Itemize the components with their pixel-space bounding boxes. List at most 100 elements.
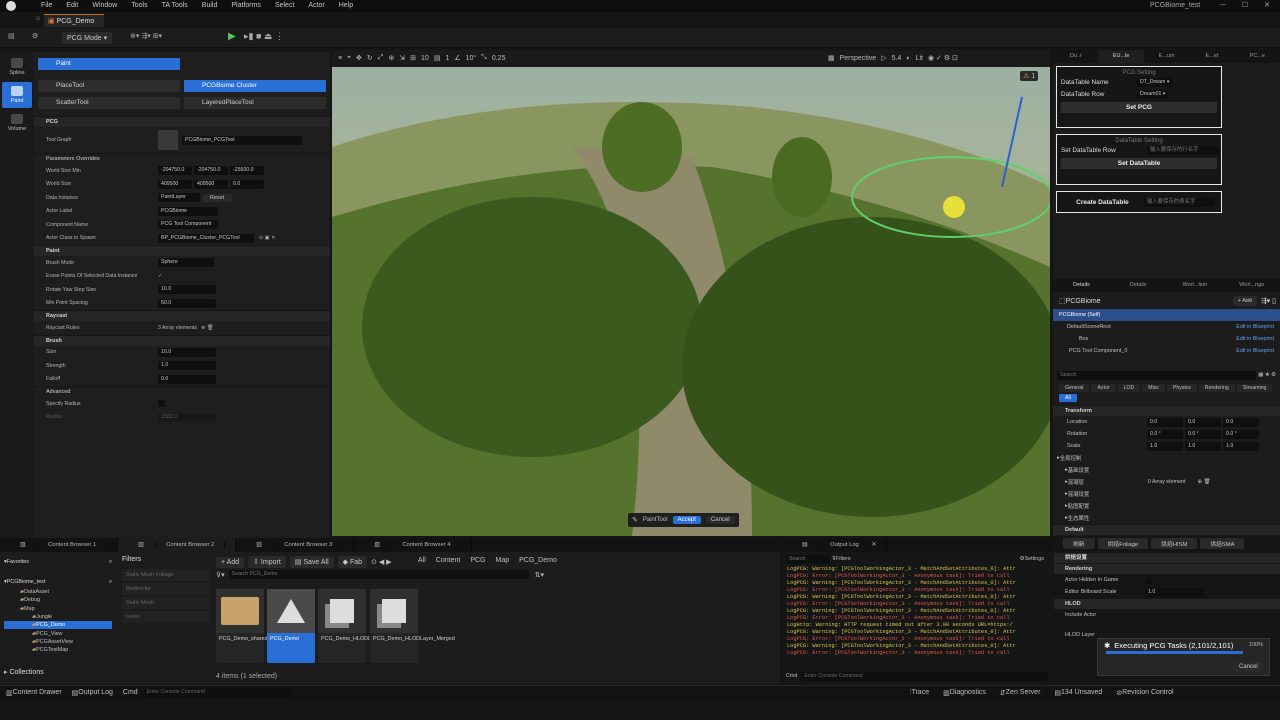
minimize-icon[interactable]: ─ (1212, 0, 1234, 12)
component-tree-item[interactable]: Box Edit in Blueprint (1053, 333, 1280, 345)
scale-z[interactable]: 1.0 (1223, 441, 1259, 451)
save-all-button[interactable]: ▤ Save All (289, 556, 334, 568)
billboard-input[interactable]: 1.0 (1145, 587, 1205, 597)
log-filters-button[interactable]: Filters (836, 556, 1020, 562)
section-hlod[interactable]: HLOD (1053, 598, 1280, 609)
scale-icon[interactable]: ⤢ (378, 54, 384, 62)
menu-item[interactable]: File (34, 0, 59, 12)
log-cmd-label[interactable]: Cmd (786, 673, 797, 679)
right-tab[interactable]: E...et (1189, 50, 1234, 63)
section-transform[interactable]: Transform (1053, 405, 1280, 416)
fab-button[interactable]: ◆ Fab (337, 556, 368, 568)
menu-item[interactable]: Select (268, 0, 301, 12)
section-param-overrides[interactable]: Parameters Overrides (34, 153, 330, 164)
default-action-button[interactable]: 刷新 (1063, 538, 1095, 549)
category-tab[interactable]: LOD (1117, 384, 1141, 392)
rotation-y[interactable]: 0.0 ° (1185, 429, 1221, 439)
search-icon[interactable]: ⌕ (109, 559, 112, 566)
rotate-icon[interactable]: ↻ (367, 54, 373, 62)
component-tree-item[interactable]: PCGBiome (Self) (1053, 309, 1280, 321)
world-size-min-y[interactable]: -204750.0 (194, 166, 228, 176)
menu-item[interactable]: Help (332, 0, 360, 12)
scale-snap-value[interactable]: 0.25 (492, 55, 506, 62)
size-input[interactable]: 10.0 (158, 347, 216, 357)
category-tab[interactable]: General (1059, 384, 1090, 392)
content-browser-tab[interactable]: ▥ Content Browser 4 (354, 538, 473, 552)
add-element-icon[interactable]: ⊕ 🗑 (201, 325, 213, 331)
create-dt-input[interactable]: 输入要保存的表名字 (1143, 197, 1215, 207)
menu-item[interactable]: Tools (124, 0, 154, 12)
world-size-z[interactable]: 0.0 (230, 179, 264, 189)
mode-volume[interactable]: Volume (2, 110, 32, 136)
level-home-icon[interactable]: ⌂ (36, 15, 40, 22)
actor-class-select[interactable]: BP_PCGBiome_Cluster_PCGTool (158, 233, 254, 243)
component-tree-item[interactable]: PCG Tool Component_0 Edit in Blueprint (1053, 345, 1280, 357)
asset-tile-selected[interactable]: PCG_Demo (267, 589, 315, 663)
asset-tile[interactable]: PCG_Demo_HLODLayer_Merged (370, 589, 455, 663)
lit-dropdown[interactable]: Lit (916, 55, 923, 62)
perspective-dropdown[interactable]: Perspective (840, 55, 877, 62)
warning-badge[interactable]: ⚠ 1 (1020, 71, 1039, 81)
history-icon[interactable]: ⊙ ◀ ▶ (371, 558, 392, 566)
menu-item[interactable]: Build (195, 0, 225, 12)
menu-item[interactable]: Edit (59, 0, 85, 12)
cn-section[interactable]: ▸ 混凝层 0 Array element ⊕ 🗑 (1053, 476, 1280, 488)
set-pcg-button[interactable]: Set PCG (1061, 102, 1217, 113)
section-default[interactable]: Default (1053, 524, 1280, 535)
folder-tree-item[interactable]: ▰ PCG_Demo (4, 621, 112, 630)
default-action-button[interactable]: 烘焙HISM (1151, 538, 1198, 549)
category-tab[interactable]: All (1059, 394, 1077, 402)
breadcrumb-item[interactable]: All (418, 557, 426, 564)
breadcrumb-item[interactable]: PCG (470, 557, 485, 564)
cn-section[interactable]: ▸ 混凝设置 (1053, 488, 1280, 500)
scale-y[interactable]: 1.0 (1185, 441, 1221, 451)
cn-section[interactable]: ▸ 贴图配置 (1053, 500, 1280, 512)
maximize-icon[interactable]: ☐ (1234, 0, 1256, 12)
select-icon[interactable]: ⌖ (347, 54, 351, 62)
cn-section[interactable]: ▸ 全局控制 (1053, 452, 1280, 464)
content-browser-tab[interactable]: ▥ Content Browser 2 (118, 538, 237, 552)
details-tab[interactable]: Worl...ngs (1223, 279, 1280, 292)
paint-tab[interactable]: Paint (38, 58, 180, 70)
tool-graph-select[interactable]: PCGBiome_PCGTool (182, 135, 302, 145)
category-tab[interactable]: Misc (1142, 384, 1165, 392)
strength-input[interactable]: 1.0 (158, 361, 216, 371)
world-size-min-z[interactable]: -25600.0 (230, 166, 264, 176)
cb-search-input[interactable]: Search PCG_Demo (228, 570, 529, 579)
category-tab[interactable]: Rendering (1198, 384, 1235, 392)
scale-snap-icon[interactable]: ⤡ (481, 54, 487, 62)
section-bake[interactable]: 烘焙设置 (1053, 552, 1280, 563)
surface-snap-icon[interactable]: ⇲ (399, 54, 405, 62)
rotation-x[interactable]: 0.0 ° (1147, 429, 1183, 439)
folder-tree-item[interactable]: ▰ PCGTestMap (4, 646, 112, 654)
grid-snap-icon[interactable]: ⊞ (410, 54, 416, 62)
hidden-checkbox[interactable] (1145, 576, 1152, 584)
add-component-button[interactable]: + Add (1232, 296, 1257, 306)
world-size-x[interactable]: 409500 (158, 179, 192, 189)
world-icon[interactable]: ⊕ (388, 54, 394, 62)
log-console-input[interactable]: Enter Console Command (801, 671, 1048, 681)
cancel-button[interactable]: Cancel (705, 516, 735, 524)
scale-x[interactable]: 1.0 (1147, 441, 1183, 451)
tool-layered-place[interactable]: LayeredPlaceTool (184, 97, 326, 109)
min-point-input[interactable]: 50.0 (158, 298, 216, 308)
create-datatable-button[interactable]: Create DataTable (1061, 197, 1144, 208)
brush-mode-select[interactable]: Sphere (158, 258, 214, 268)
mode-paint[interactable]: Paint (2, 82, 32, 108)
blueprint-icon[interactable]: ⇶▾ ▯ (1261, 297, 1276, 305)
viewport-scene[interactable]: ✎ PaintTool Accept Cancel ⚠ 1 (332, 67, 1050, 536)
menu-item[interactable]: Actor (301, 0, 331, 12)
output-log-tab[interactable]: ▤ Output Log ✕ (782, 538, 888, 552)
component-name-input[interactable]: PCG Tool Component (158, 220, 218, 230)
unreal-logo-icon[interactable] (6, 1, 16, 11)
rotation-snap-icon[interactable]: ∠ (454, 54, 460, 62)
sort-icon[interactable]: ⇅▾ (535, 571, 544, 579)
trace-button[interactable]: Trace (911, 689, 929, 696)
browse-icon[interactable]: ⊙ ▣ ✕ (259, 235, 275, 241)
location-x[interactable]: 0.0 (1147, 417, 1183, 427)
mode-spline[interactable]: Spline (2, 54, 32, 80)
category-tab[interactable]: Actor (1091, 384, 1116, 392)
rotate-input[interactable]: 10.0 (158, 285, 216, 295)
project-header[interactable]: ▾ PCGBiome_test ⌕ (4, 576, 112, 588)
section-pcg[interactable]: PCG (34, 116, 330, 127)
